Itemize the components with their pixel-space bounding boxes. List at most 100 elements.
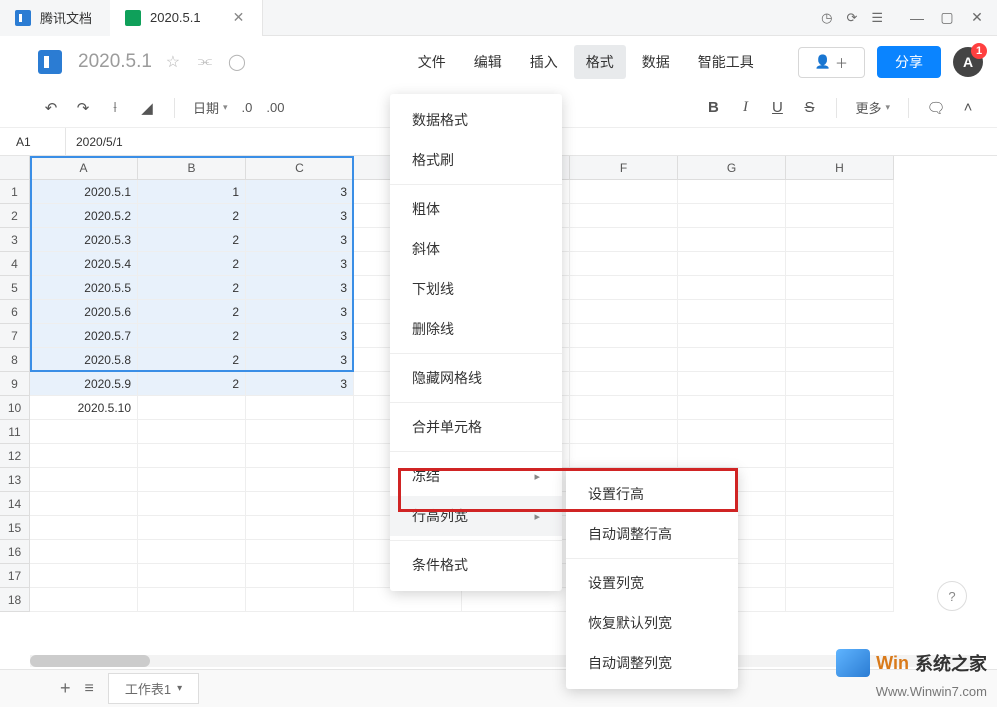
cell[interactable] (678, 372, 786, 396)
menu-format-painter[interactable]: 格式刷 (390, 140, 562, 180)
more-button[interactable]: 更多 ▾ (855, 98, 890, 117)
submenu-reset-col-width[interactable]: 恢复默认列宽 (566, 603, 738, 643)
column-header-F[interactable]: F (570, 156, 678, 180)
cell[interactable] (786, 372, 894, 396)
row-header[interactable]: 16 (0, 540, 30, 564)
cell[interactable]: 3 (246, 252, 354, 276)
cell[interactable] (786, 492, 894, 516)
row-header[interactable]: 4 (0, 252, 30, 276)
row-header[interactable]: 15 (0, 516, 30, 540)
cell[interactable] (678, 420, 786, 444)
format-painter-button[interactable]: ⟊ (106, 99, 124, 117)
cell[interactable]: 3 (246, 372, 354, 396)
undo-button[interactable]: ↶ (42, 99, 60, 117)
cell[interactable] (138, 564, 246, 588)
cell[interactable] (138, 396, 246, 420)
column-header-H[interactable]: H (786, 156, 894, 180)
cell[interactable] (138, 468, 246, 492)
scrollbar-thumb[interactable] (30, 655, 150, 667)
menu-edit[interactable]: 编辑 (462, 45, 514, 79)
cell[interactable] (678, 324, 786, 348)
column-header-C[interactable]: C (246, 156, 354, 180)
row-header[interactable]: 8 (0, 348, 30, 372)
cell[interactable]: 2020.5.5 (30, 276, 138, 300)
cell[interactable] (138, 540, 246, 564)
submenu-set-col-width[interactable]: 设置列宽 (566, 563, 738, 603)
row-header[interactable]: 12 (0, 444, 30, 468)
refresh-icon[interactable]: ⟳ (846, 10, 857, 26)
row-header[interactable]: 9 (0, 372, 30, 396)
decrease-decimal-button[interactable]: .0 (242, 100, 253, 115)
doc-title[interactable]: 2020.5.1 (78, 51, 152, 73)
cell[interactable] (570, 276, 678, 300)
cell[interactable] (30, 516, 138, 540)
clear-format-button[interactable]: ◢ (138, 99, 156, 117)
cell[interactable] (246, 588, 354, 612)
cell[interactable] (786, 228, 894, 252)
sheet-list-button[interactable]: ≡ (85, 680, 94, 698)
menu-bold[interactable]: 粗体 (390, 189, 562, 229)
cell[interactable]: 2020.5.4 (30, 252, 138, 276)
minimize-button[interactable]: — (907, 8, 927, 28)
cell[interactable] (30, 564, 138, 588)
cell[interactable] (678, 180, 786, 204)
cell[interactable] (786, 348, 894, 372)
menu-tools[interactable]: 智能工具 (686, 45, 766, 79)
menu-conditional[interactable]: 条件格式 (390, 545, 562, 585)
strikethrough-button[interactable]: S (800, 99, 818, 117)
row-header[interactable]: 14 (0, 492, 30, 516)
history-icon[interactable]: ◷ (821, 10, 832, 26)
close-icon[interactable]: ✕ (233, 9, 245, 26)
cell[interactable]: 2020.5.10 (30, 396, 138, 420)
cell[interactable] (246, 492, 354, 516)
cell[interactable] (786, 516, 894, 540)
cell[interactable] (138, 420, 246, 444)
help-button[interactable]: ? (937, 581, 967, 611)
sheet-tab-1[interactable]: 工作表1 ▾ (108, 673, 199, 704)
tab-document[interactable]: 2020.5.1 ✕ (110, 0, 263, 36)
row-header[interactable]: 11 (0, 420, 30, 444)
cell[interactable] (678, 276, 786, 300)
menu-format[interactable]: 格式 (574, 45, 626, 79)
cell[interactable] (246, 516, 354, 540)
cell[interactable] (30, 588, 138, 612)
cell[interactable] (246, 444, 354, 468)
number-format-selector[interactable]: 日期 ▾ (193, 98, 228, 117)
cell[interactable] (786, 588, 894, 612)
cell[interactable] (138, 588, 246, 612)
cell[interactable]: 2 (138, 252, 246, 276)
menu-data[interactable]: 数据 (630, 45, 682, 79)
cell[interactable] (678, 300, 786, 324)
cell[interactable]: 3 (246, 300, 354, 324)
cell[interactable] (138, 444, 246, 468)
cell[interactable] (786, 564, 894, 588)
cell[interactable] (570, 348, 678, 372)
menu-file[interactable]: 文件 (406, 45, 458, 79)
row-header[interactable]: 6 (0, 300, 30, 324)
menu-row-col[interactable]: 行高列宽▸ (390, 496, 562, 536)
cell[interactable] (786, 468, 894, 492)
cell[interactable]: 2020.5.1 (30, 180, 138, 204)
cell[interactable] (354, 588, 462, 612)
column-header-B[interactable]: B (138, 156, 246, 180)
cell[interactable] (462, 588, 570, 612)
cell[interactable] (30, 492, 138, 516)
cell[interactable]: 2020.5.3 (30, 228, 138, 252)
cell[interactable]: 2020.5.8 (30, 348, 138, 372)
cell[interactable] (786, 420, 894, 444)
cell[interactable] (570, 204, 678, 228)
cell[interactable] (786, 324, 894, 348)
check-icon[interactable]: ◯ (226, 52, 248, 72)
cell[interactable] (786, 180, 894, 204)
cell[interactable] (678, 444, 786, 468)
star-icon[interactable]: ☆ (162, 52, 184, 72)
cell[interactable] (570, 324, 678, 348)
maximize-button[interactable]: ▢ (937, 8, 957, 28)
tab-home[interactable]: 腾讯文档 (0, 0, 110, 36)
avatar[interactable]: A 1 (953, 47, 983, 77)
menu-data-format[interactable]: 数据格式 (390, 100, 562, 140)
cell[interactable] (570, 420, 678, 444)
cell[interactable] (570, 180, 678, 204)
formula-value[interactable]: 2020/5/1 (66, 135, 123, 149)
row-header[interactable]: 17 (0, 564, 30, 588)
